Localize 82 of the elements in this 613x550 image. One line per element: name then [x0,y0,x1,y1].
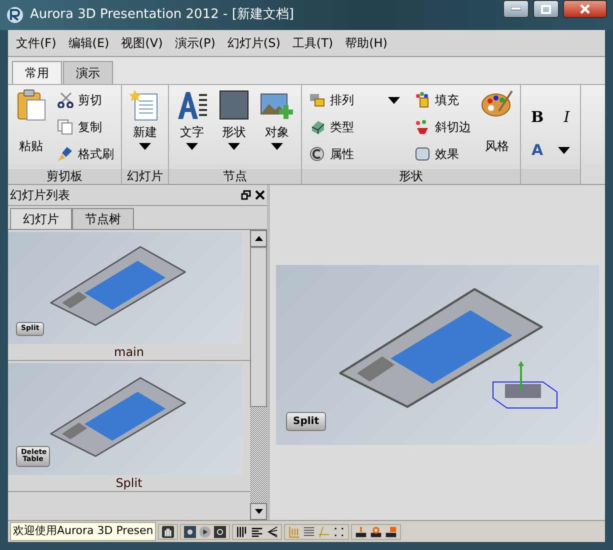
dropdown-arrow-icon[interactable] [388,96,400,104]
menu-item[interactable]: 文件(F) [10,33,62,53]
group-label: 幻灯片 [122,169,168,184]
minimize-button[interactable] [503,0,529,18]
maximize-button[interactable] [533,0,559,18]
move-icon[interactable] [355,526,368,538]
slide-caption: Split [114,475,144,491]
bevel-icon [414,118,431,135]
app-logo-icon [6,6,24,24]
camera-icon[interactable] [184,526,196,538]
group-label: 剪切板 [8,169,121,184]
slide-caption: main [113,344,145,360]
menu-item[interactable]: 演示(P) [168,33,222,53]
scissors-icon [57,92,74,108]
square-shape-icon [218,89,250,121]
status-text: 欢迎使用Aurora 3D Presen [10,522,156,541]
panel-tab[interactable]: 幻灯片 [10,208,72,229]
layers-icon [309,92,326,108]
ribbon-button[interactable]: 类型 [306,114,403,140]
frame-icon[interactable] [214,526,226,538]
ribbon-tab[interactable]: 常用 [12,61,62,84]
brush-icon [57,146,74,162]
group-label: 节点 [169,169,301,184]
ribbon-button[interactable]: 剪切 [54,87,117,114]
menu-item[interactable]: 幻灯片(S) [221,33,286,53]
scroll-up-button[interactable] [250,230,267,247]
ribbon-button[interactable]: 对象 [257,87,297,167]
ribbon-button[interactable]: 排列 [306,87,403,114]
ribbon-button[interactable]: 风格 [478,87,516,167]
restore-icon[interactable] [241,190,251,200]
rounded-square-icon [414,146,431,162]
format-button[interactable]: B [525,104,550,131]
lines-icon[interactable] [251,526,264,538]
close-icon[interactable] [255,190,265,200]
clipboard-icon [15,89,47,121]
dropdown-arrow-icon[interactable] [558,147,570,154]
ribbon-button[interactable]: 文字 [173,87,211,167]
scroll-down-button[interactable] [250,503,267,520]
minimize-icon [511,7,521,11]
align-rows-icon[interactable] [303,526,316,538]
group-label-strip [521,169,580,184]
play-icon[interactable] [199,526,212,538]
format-button[interactable]: I [558,104,576,131]
rotate-icon[interactable] [370,526,382,538]
ribbon-tab[interactable]: 演示 [63,61,113,84]
menu-item[interactable]: 工具(T) [286,33,340,53]
cube-icon [309,118,326,135]
ribbon-button[interactable]: 斜切边 [411,114,474,140]
ribbon-button[interactable]: 属性 [306,140,403,167]
dropdown-arrow-icon[interactable] [139,143,151,150]
window-title: Aurora 3D Presentation 2012 - [新建文档] [30,6,294,24]
dropdown-arrow-icon[interactable] [271,143,283,150]
ribbon-button[interactable]: 格式刷 [54,140,117,167]
menu-item[interactable]: 帮助(H) [339,33,394,53]
maximize-icon [541,4,551,14]
paint-bucket-icon [414,92,431,108]
menu-item[interactable]: 编辑(E) [62,33,116,53]
panel-tab[interactable]: 节点树 [72,208,134,229]
scale-icon[interactable] [385,526,398,538]
close-icon [580,4,590,14]
ribbon-button[interactable]: 复制 [54,114,117,140]
panel-title: 幻灯片列表 [10,187,70,204]
fan-lines-icon[interactable] [266,526,278,538]
ribbon-button[interactable]: 新建 [126,87,164,167]
text-style-icon [176,89,208,121]
menu-item[interactable]: 视图(V) [115,33,169,53]
down-arrow-icon [254,509,262,514]
hand-icon[interactable] [162,526,174,538]
dropdown-arrow-icon[interactable] [228,143,240,150]
dots-icon[interactable] [333,526,346,538]
ribbon-button[interactable]: 粘贴 [12,87,50,167]
bars-icon[interactable] [236,526,248,538]
scrollbar-thumb[interactable] [250,247,267,407]
close-button[interactable] [563,0,607,18]
format-button[interactable]: A [525,137,550,164]
up-arrow-icon [254,236,262,241]
copy-icon [57,118,74,135]
group-label: 形状 [302,169,520,184]
ribbon-button[interactable]: 填充 [411,87,474,114]
ribbon-button[interactable]: 效果 [411,140,474,167]
dropdown-arrow-icon[interactable] [186,143,198,150]
ribbon-button[interactable]: 形状 [215,87,253,167]
